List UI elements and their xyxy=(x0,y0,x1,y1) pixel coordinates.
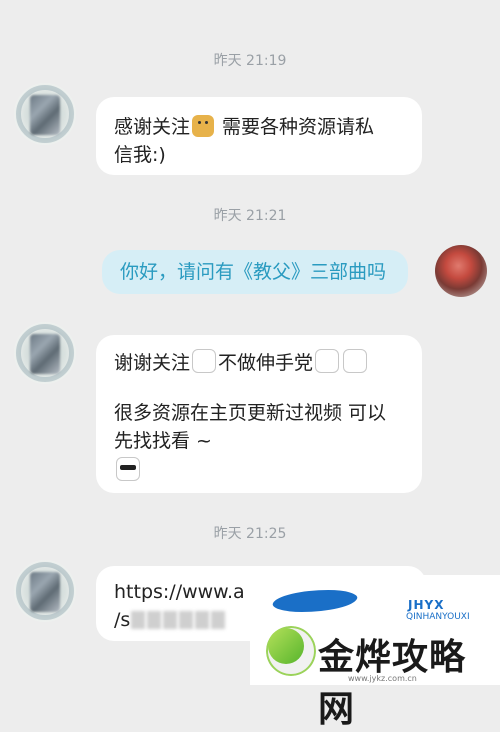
leaf-logo-icon xyxy=(268,628,304,664)
timestamp: 昨天 21:19 xyxy=(213,53,287,69)
incoming-message-bubble[interactable]: 感谢关注 需要各种资源请私 信我:) xyxy=(96,97,422,175)
message-text: 先找找看 ~ xyxy=(114,430,212,452)
incoming-message-bubble[interactable]: 谢谢关注 不做伸手党 很多资源在主页更新过视频 可以 先找找看 ~ xyxy=(96,335,422,493)
cat-emoji-icon xyxy=(315,349,340,373)
sunglasses-cat-icon xyxy=(116,457,140,481)
sender-avatar[interactable] xyxy=(14,322,76,384)
brand-small: JHYX xyxy=(408,598,445,612)
timestamp: 昨天 21:25 xyxy=(213,526,287,542)
cat-emoji-icon xyxy=(343,349,368,373)
message-text: 谢谢关注 xyxy=(114,352,191,374)
message-text: 信我:) xyxy=(114,144,166,166)
my-avatar[interactable] xyxy=(435,245,487,297)
timestamp: 昨天 21:21 xyxy=(213,208,287,224)
message-text: 感谢关注 xyxy=(114,116,191,138)
outgoing-message-bubble[interactable]: 你好，请问有《教父》三部曲吗 xyxy=(102,250,408,294)
brand-url: www.jykz.com.cn xyxy=(348,674,417,683)
message-text: 不做伸手党 xyxy=(218,352,314,374)
message-text: 需要各种资源请私 xyxy=(216,116,375,138)
message-text: 你好，请问有《教父》三部曲吗 xyxy=(120,261,387,283)
sender-avatar[interactable] xyxy=(14,560,76,622)
dog-emoji-icon xyxy=(192,115,215,137)
message-text: 很多资源在主页更新过视频 可以 xyxy=(114,402,387,424)
sender-avatar[interactable] xyxy=(14,83,76,145)
link-text[interactable]: /s xyxy=(114,609,130,631)
cat-emoji-icon xyxy=(192,349,217,373)
brand-small-sub: QINHANYOUXI xyxy=(406,612,470,622)
